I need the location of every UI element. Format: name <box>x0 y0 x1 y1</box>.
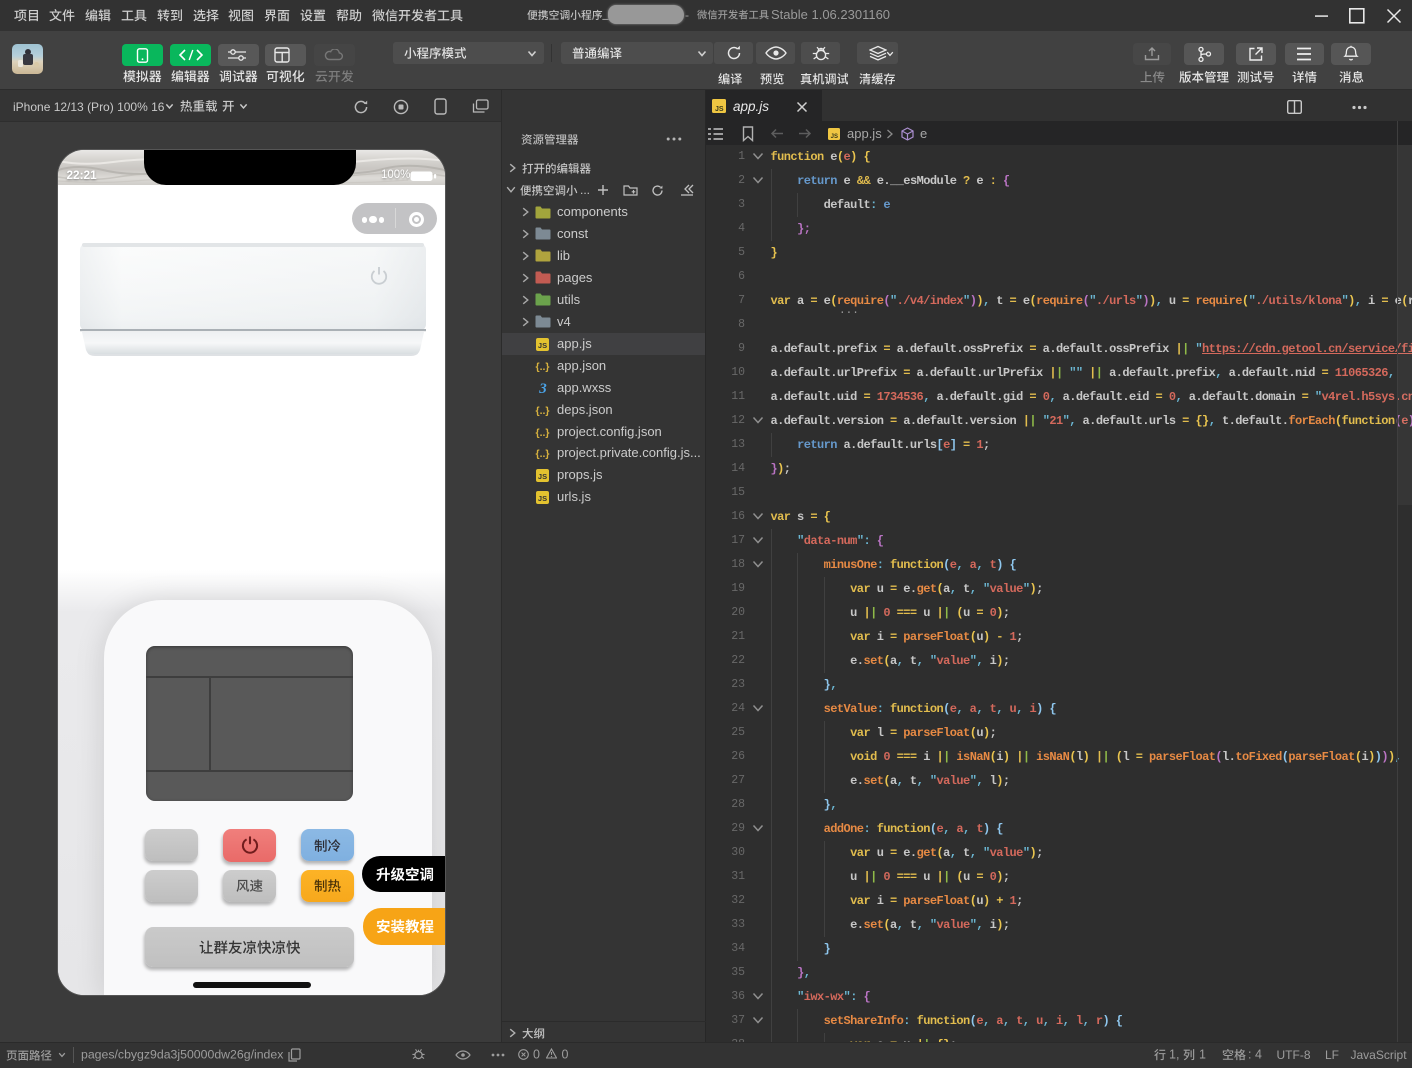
svg-text:{..}: {..} <box>535 361 549 373</box>
svg-text:{..}: {..} <box>535 448 549 460</box>
svg-text:{..}: {..} <box>535 427 549 439</box>
svg-text:JS: JS <box>831 134 838 140</box>
svg-text:JS: JS <box>538 472 547 481</box>
svg-text:JS: JS <box>715 106 724 113</box>
svg-text:JS: JS <box>538 494 547 503</box>
svg-text:3: 3 <box>538 381 547 395</box>
svg-text:{..}: {..} <box>535 405 549 417</box>
svg-text:JS: JS <box>538 341 547 350</box>
